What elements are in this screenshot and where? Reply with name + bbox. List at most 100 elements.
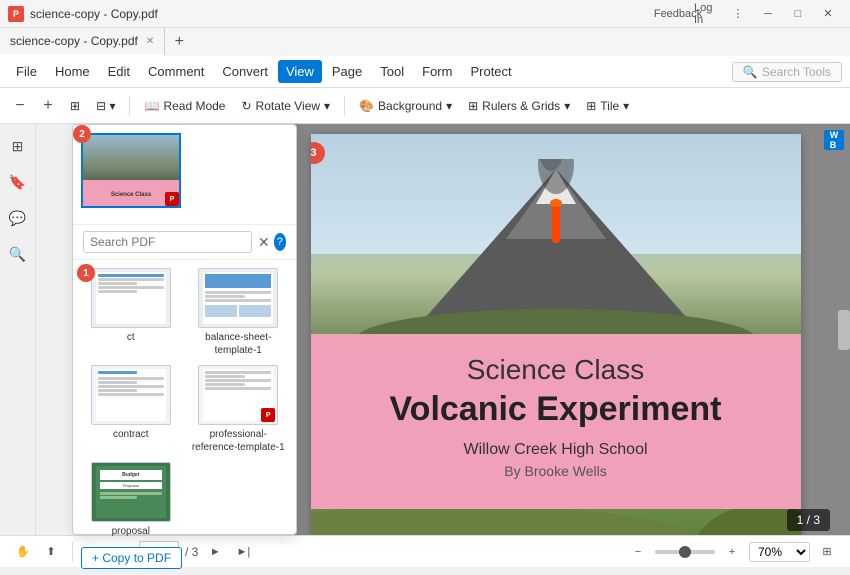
pdf-thumb-ct bbox=[91, 268, 171, 328]
menu-edit[interactable]: Edit bbox=[100, 60, 138, 83]
new-tab-btn[interactable]: + bbox=[165, 28, 193, 56]
page-title-line1: Science Class bbox=[341, 354, 771, 386]
volcano-svg bbox=[311, 159, 801, 334]
pdf-item-balance[interactable]: balance-sheet-template-1 bbox=[189, 268, 289, 357]
zoom-out-btn[interactable]: − bbox=[8, 94, 32, 118]
background-chevron-icon: ▾ bbox=[446, 99, 452, 113]
panel-help-btn[interactable]: ? bbox=[274, 233, 286, 251]
pdf-item-professional[interactable]: P professional-reference-template-1 bbox=[189, 365, 289, 454]
left-sidebar: ⊞ 🔖 💬 🔍 bbox=[0, 124, 36, 535]
page-bottom-green bbox=[311, 509, 801, 535]
menu-file[interactable]: File bbox=[8, 60, 45, 83]
copy-to-pdf-btn[interactable]: + Copy to PDF bbox=[81, 547, 182, 569]
menu-comment[interactable]: Comment bbox=[140, 60, 212, 83]
rulers-icon: ⊞ bbox=[468, 99, 478, 113]
pdf-item-label-professional: professional-reference-template-1 bbox=[189, 428, 289, 454]
read-mode-icon: 📖 bbox=[144, 99, 159, 113]
thumb-volcano bbox=[83, 135, 179, 180]
badge-2: 2 bbox=[73, 125, 91, 143]
window-title: science-copy - Copy.pdf bbox=[30, 7, 664, 21]
pdf-thumb-balance bbox=[198, 268, 278, 328]
menu-form[interactable]: Form bbox=[414, 60, 460, 83]
tile-icon: ⊞ bbox=[586, 99, 596, 113]
menu-page[interactable]: Page bbox=[324, 60, 370, 83]
green-hill-right bbox=[691, 509, 801, 535]
pdf-item-label-balance: balance-sheet-template-1 bbox=[189, 331, 289, 357]
toolbar: − + ⊞ ⊟ ▾ 📖 Read Mode ↻ Rotate View ▾ 🎨 … bbox=[0, 88, 850, 124]
rotate-icon: ↻ bbox=[241, 99, 251, 113]
pdf-item-label-ct: ct bbox=[127, 331, 135, 344]
login-btn[interactable]: Log In bbox=[694, 4, 722, 24]
pdf-item-contract[interactable]: contract bbox=[81, 365, 181, 454]
zoom-select[interactable]: 70% 50% 75% 100% 125% 150% bbox=[749, 542, 810, 562]
thumbnail-icon[interactable]: ⊞ bbox=[4, 132, 32, 160]
main-content: WB 3 bbox=[261, 124, 850, 535]
comment-icon[interactable]: 💬 bbox=[4, 204, 32, 232]
page-indicator: 1 / 3 bbox=[787, 509, 830, 531]
fit-width-btn[interactable]: ⊟ ▾ bbox=[90, 93, 121, 119]
close-btn[interactable]: ✕ bbox=[814, 4, 842, 24]
fit-btn[interactable]: ⊞ bbox=[64, 93, 86, 119]
rulers-chevron-icon: ▾ bbox=[564, 99, 570, 113]
feedback-btn[interactable]: Feedback bbox=[664, 4, 692, 24]
pdf-items-grid: 1 ct balance-s bbox=[73, 260, 296, 540]
volcano-container bbox=[311, 134, 801, 334]
pdf-page: 3 bbox=[311, 134, 801, 535]
wb-icon[interactable]: WB bbox=[824, 130, 844, 150]
scroll-handle[interactable] bbox=[838, 310, 850, 350]
rotate-chevron-icon: ▾ bbox=[324, 99, 330, 113]
menu-protect[interactable]: Protect bbox=[462, 60, 519, 83]
menu-home[interactable]: Home bbox=[47, 60, 98, 83]
page-title-line2: Volcanic Experiment bbox=[341, 390, 771, 429]
tab-close-icon[interactable]: ✕ bbox=[146, 36, 154, 47]
pdf-thumb-contract bbox=[91, 365, 171, 425]
minimize-btn[interactable]: ─ bbox=[754, 4, 782, 24]
badge-1: 1 bbox=[77, 264, 95, 282]
zoom-in-bottom-btn[interactable]: + bbox=[721, 541, 743, 563]
copy-btn-row: + Copy to PDF bbox=[73, 540, 296, 575]
pdf-thumb-professional: P bbox=[198, 365, 278, 425]
thumbnail-page[interactable]: 2 Science Class P bbox=[81, 133, 181, 208]
menu-bar: File Home Edit Comment Convert View Page… bbox=[0, 56, 850, 88]
title-bar: P science-copy - Copy.pdf Feedback Log I… bbox=[0, 0, 850, 28]
more-btn[interactable]: ⋮ bbox=[724, 4, 752, 24]
fit-page-bottom-btn[interactable]: ⊞ bbox=[816, 541, 838, 563]
pdf-item-ct[interactable]: 1 ct bbox=[81, 268, 181, 357]
zoom-slider[interactable] bbox=[655, 550, 715, 554]
select-tool-btn[interactable]: ⬆ bbox=[40, 541, 62, 563]
read-mode-btn[interactable]: 📖 Read Mode bbox=[138, 93, 231, 119]
tile-chevron-icon: ▾ bbox=[623, 99, 629, 113]
current-tab[interactable]: science-copy - Copy.pdf ✕ bbox=[0, 28, 165, 56]
search-icon: 🔍 bbox=[743, 65, 758, 79]
panel-close-btn[interactable]: ✕ bbox=[258, 234, 270, 251]
zoom-thumb[interactable] bbox=[679, 546, 691, 558]
panel-header: ✕ ? bbox=[73, 225, 296, 260]
menu-view[interactable]: View bbox=[278, 60, 322, 83]
main-layout: ⊞ 🔖 💬 🔍 2 Science Class P bbox=[0, 124, 850, 535]
menu-convert[interactable]: Convert bbox=[214, 60, 276, 83]
search-tools[interactable]: 🔍 Search Tools bbox=[732, 62, 842, 82]
pdf-search-input[interactable] bbox=[83, 231, 252, 253]
zoom-out-bottom-btn[interactable]: − bbox=[627, 541, 649, 563]
rulers-grids-btn[interactable]: ⊞ Rulers & Grids ▾ bbox=[462, 93, 576, 119]
pdf-item-label-contract: contract bbox=[113, 428, 149, 441]
window-controls: Feedback Log In ⋮ ─ □ ✕ bbox=[664, 4, 842, 24]
pdf-item-proposal[interactable]: Budget Proposal proposal bbox=[81, 462, 181, 538]
background-btn[interactable]: 🎨 Background ▾ bbox=[353, 93, 458, 119]
page-school: Willow Creek High School bbox=[341, 441, 771, 459]
page-author: By Brooke Wells bbox=[341, 463, 771, 479]
tile-btn[interactable]: ⊞ Tile ▾ bbox=[580, 93, 635, 119]
zoom-in-btn[interactable]: + bbox=[36, 94, 60, 118]
hand-tool-btn[interactable]: ✋ bbox=[12, 541, 34, 563]
bookmark-icon[interactable]: 🔖 bbox=[4, 168, 32, 196]
page-pink-section: Science Class Volcanic Experiment Willow… bbox=[311, 334, 801, 509]
maximize-btn[interactable]: □ bbox=[784, 4, 812, 24]
zoom-track bbox=[655, 550, 715, 554]
menu-tool[interactable]: Tool bbox=[372, 60, 412, 83]
rotate-view-btn[interactable]: ↻ Rotate View ▾ bbox=[235, 93, 336, 119]
tab-bar: science-copy - Copy.pdf ✕ + bbox=[0, 28, 850, 56]
search-sidebar-icon[interactable]: 🔍 bbox=[4, 240, 32, 268]
pdf-thumb-proposal: Budget Proposal bbox=[91, 462, 171, 522]
pdf-panel: 2 Science Class P ✕ ? bbox=[72, 124, 297, 535]
app-icon: P bbox=[8, 6, 24, 22]
